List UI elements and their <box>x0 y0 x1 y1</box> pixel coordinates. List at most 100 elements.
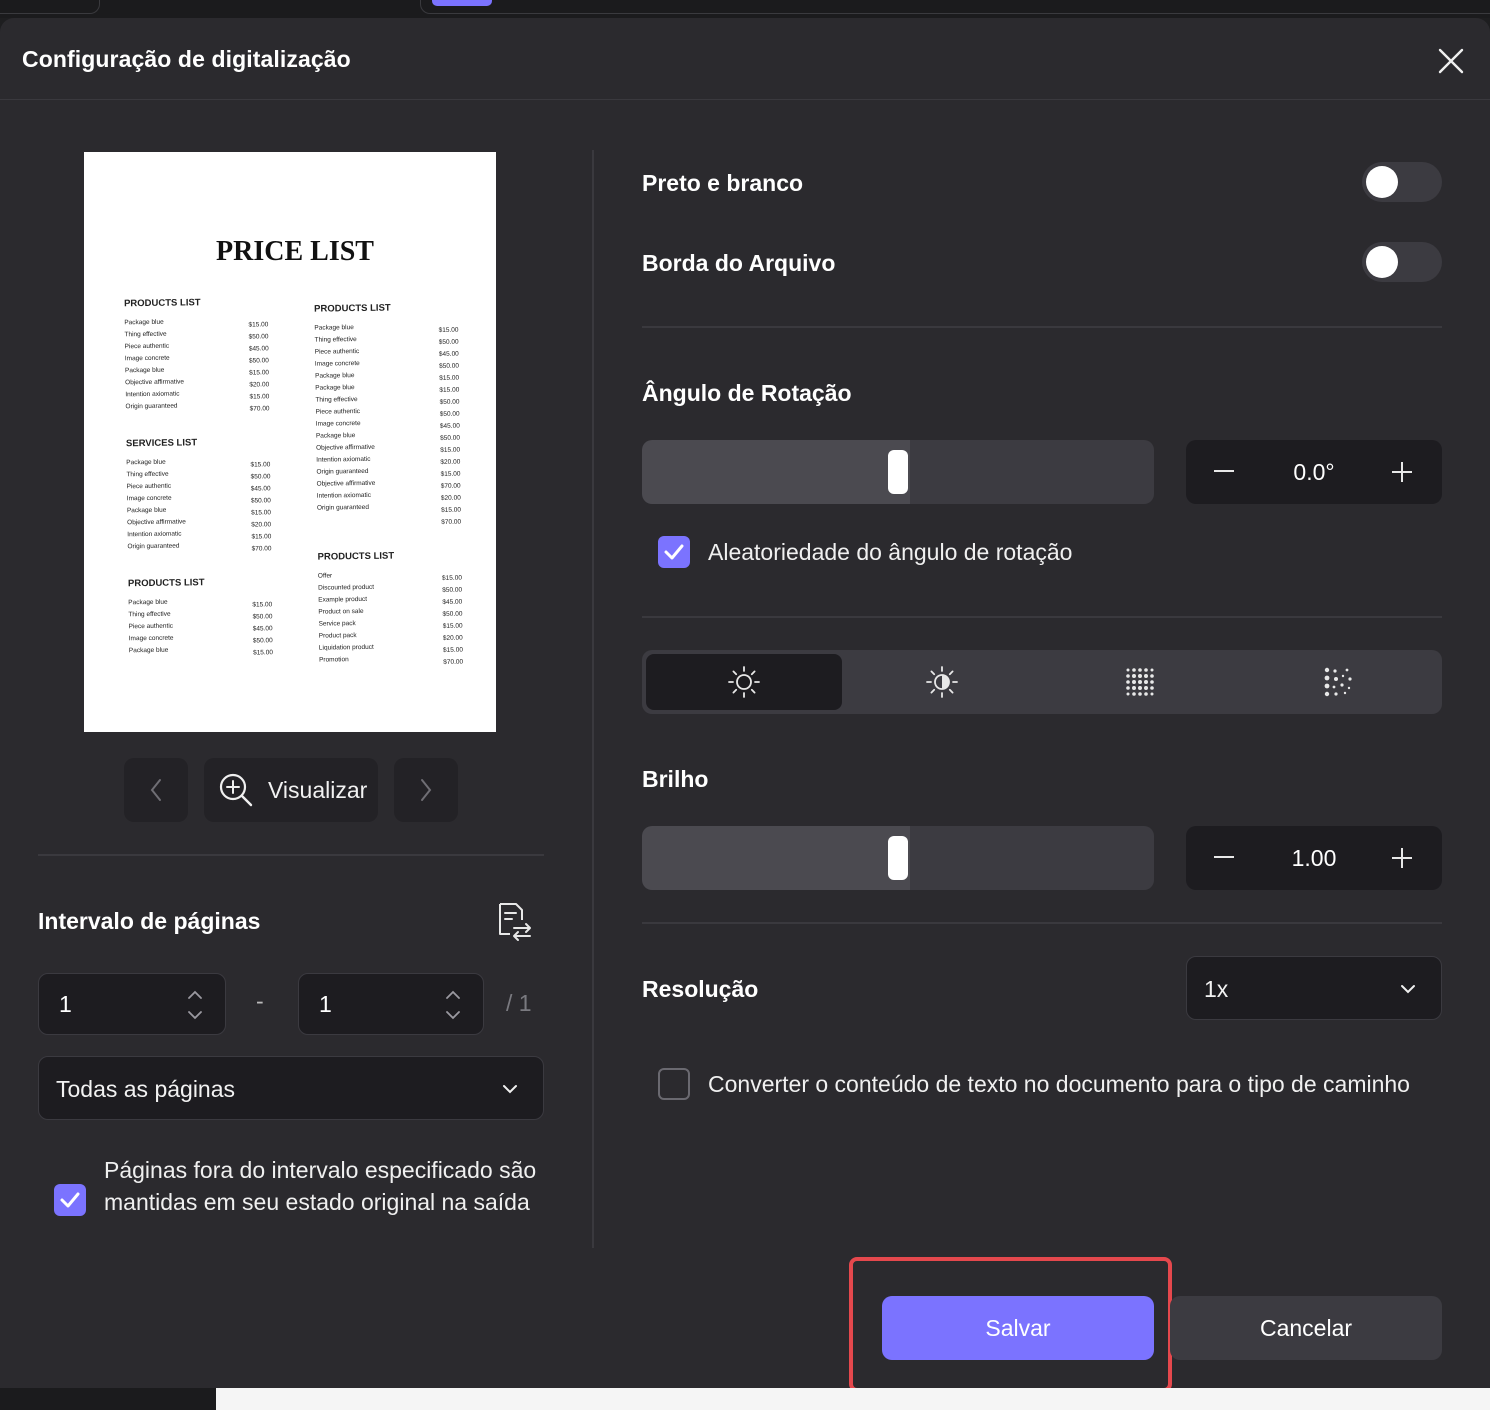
preview-price: $50.00 <box>251 497 271 504</box>
background-page <box>216 1388 1490 1410</box>
preview-item: Origin guaranteed <box>125 403 178 411</box>
background-page-strip <box>0 1388 1490 1410</box>
chevron-left-icon <box>150 779 161 801</box>
resolution-select[interactable]: 1x <box>1186 956 1442 1020</box>
rotation-increment-button[interactable] <box>1392 462 1412 482</box>
preview-item: Thing effective <box>128 611 171 619</box>
rotation-slider[interactable] <box>642 440 1154 504</box>
convert-text-checkbox[interactable] <box>658 1068 690 1100</box>
convert-text-label: Converter o conteúdo de texto no documen… <box>708 1071 1410 1097</box>
checkmark-icon <box>664 544 684 560</box>
keep-outside-label: Páginas fora do intervalo especificado s… <box>104 1157 537 1215</box>
brightness-increment-button[interactable] <box>1392 848 1412 868</box>
preview-item: Package blue <box>125 367 165 375</box>
panel-divider <box>592 150 594 1248</box>
tab-noise[interactable] <box>1240 654 1436 710</box>
preview-item: Objective affirmative <box>125 378 184 386</box>
divider <box>642 616 1442 618</box>
toggle-knob <box>1366 166 1398 198</box>
preview-section-heading: PRODUCTS LIST <box>318 551 395 563</box>
cancel-button[interactable]: Cancelar <box>1170 1296 1442 1360</box>
preview-item: Package blue <box>315 372 355 380</box>
preview-item: Liquidation product <box>319 644 374 652</box>
range-separator: - <box>256 988 264 1014</box>
preview-section-heading: PRODUCTS LIST <box>314 303 391 315</box>
preview-price: $15.00 <box>251 533 271 540</box>
preview-price: $20.00 <box>249 381 269 388</box>
preview-item: Service pack <box>318 620 356 628</box>
page-range-to-input[interactable]: 1 <box>298 973 484 1035</box>
next-page-button[interactable] <box>394 758 458 822</box>
random-rotation-checkbox[interactable] <box>658 536 690 568</box>
preview-item: Thing effective <box>315 336 358 344</box>
chevron-right-icon <box>421 779 432 801</box>
sharpness-icon <box>1126 668 1154 696</box>
tab-brightness[interactable] <box>646 654 842 710</box>
close-icon[interactable] <box>1432 42 1470 80</box>
preview-item: Objective affirmative <box>127 518 186 526</box>
brightness-icon <box>728 666 760 698</box>
preview-item: Intention axiomatic <box>317 492 372 500</box>
keep-outside-checkbox[interactable] <box>54 1184 86 1216</box>
preview-price: $45.00 <box>253 625 273 632</box>
zoom-in-icon <box>219 773 253 807</box>
divider <box>642 922 1442 924</box>
tab-contrast[interactable] <box>844 654 1040 710</box>
preview-price: $50.00 <box>440 435 460 442</box>
slider-thumb[interactable] <box>888 836 908 880</box>
preview-item: Package blue <box>316 432 356 440</box>
page-swap-icon[interactable] <box>492 900 534 942</box>
preview-price: $45.00 <box>251 485 271 492</box>
document-preview: PRICE LIST PRODUCTS LIST Package blue $15.… <box>84 152 496 732</box>
noise-icon <box>1324 667 1352 697</box>
brightness-label: Brilho <box>642 766 709 792</box>
active-tab-indicator <box>432 0 492 6</box>
preview-price: $15.00 <box>443 647 463 654</box>
preview-price: $15.00 <box>249 369 269 376</box>
page-range-to-value: 1 <box>319 991 332 1017</box>
preview-price: $50.00 <box>442 587 462 594</box>
preview-item: Package blue <box>127 507 167 515</box>
page-range-mode-select[interactable]: Todas as páginas <box>38 1056 544 1120</box>
preview-price: $50.00 <box>440 411 460 418</box>
preview-button-label: Visualizar <box>268 776 368 803</box>
page-total: / 1 <box>506 990 532 1016</box>
preview-price: $15.00 <box>439 327 459 334</box>
preview-item: Piece authentic <box>315 348 360 356</box>
save-button[interactable]: Salvar <box>882 1296 1154 1360</box>
preview-price: $45.00 <box>440 423 460 430</box>
preview-price: $15.00 <box>248 321 268 328</box>
preview-price: $15.00 <box>249 393 269 400</box>
dialog-header: Configuração de digitalização <box>0 18 1490 100</box>
preview-item: Origin guaranteed <box>316 468 369 476</box>
adjustment-tabs <box>642 650 1442 714</box>
preview-price: $15.00 <box>250 461 270 468</box>
chevron-down-icon <box>1401 985 1415 994</box>
slider-fill <box>642 440 910 504</box>
preview-page: PRICE LIST PRODUCTS LIST Package blue $15.… <box>124 236 464 666</box>
preview-price: $15.00 <box>442 575 462 582</box>
brightness-slider[interactable] <box>642 826 1154 890</box>
preview-price: $45.00 <box>249 345 269 352</box>
preview-item: Promotion <box>319 656 349 663</box>
previous-page-button[interactable] <box>124 758 188 822</box>
preview-price: $50.00 <box>439 363 459 370</box>
spinner-arrows-icon[interactable] <box>187 988 203 1022</box>
preview-item: Origin guaranteed <box>317 504 370 512</box>
file-border-toggle[interactable] <box>1362 242 1442 282</box>
tab-sharpness[interactable] <box>1042 654 1238 710</box>
preview-price: $50.00 <box>249 333 269 340</box>
preview-price: $15.00 <box>253 649 273 656</box>
preview-button[interactable]: Visualizar <box>204 758 378 822</box>
preview-item: Intention axiomatic <box>125 391 180 399</box>
divider <box>642 326 1442 328</box>
preview-price: $70.00 <box>441 519 461 526</box>
random-rotation-label: Aleatoriedade do ângulo de rotação <box>708 539 1073 565</box>
preview-item: Image concrete <box>315 360 360 368</box>
page-range-from-input[interactable]: 1 <box>38 973 226 1035</box>
spinner-arrows-icon[interactable] <box>445 988 461 1022</box>
preview-item: Thing effective <box>126 471 169 479</box>
slider-fill <box>642 826 910 890</box>
slider-thumb[interactable] <box>888 450 908 494</box>
black-white-toggle[interactable] <box>1362 162 1442 202</box>
